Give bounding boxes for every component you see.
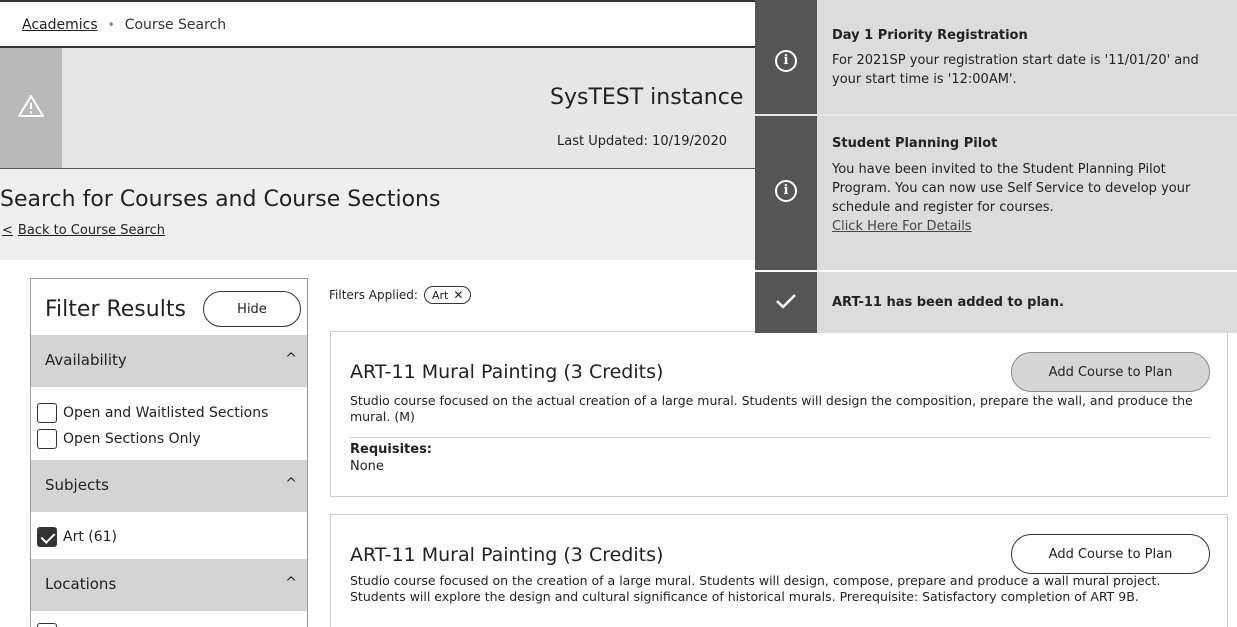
add-course-to-plan-button[interactable]: Add Course to Plan xyxy=(1011,352,1210,392)
notification-icon-column: i xyxy=(755,0,817,114)
chevron-up-icon: ^ xyxy=(285,476,297,492)
notification-body: Student Planning Pilot You have been inv… xyxy=(817,116,1237,270)
notification-stack: i Day 1 Priority Registration For 2021SP… xyxy=(755,0,1237,333)
notification-icon-column xyxy=(755,272,817,333)
notification-title: ART-11 has been added to plan. xyxy=(832,295,1064,310)
breadcrumb-separator: • xyxy=(107,18,115,32)
close-icon[interactable]: ✕ xyxy=(453,288,463,302)
filter-option-open-only[interactable]: Open Sections Only xyxy=(37,429,201,449)
chevron-left-icon: < xyxy=(2,223,13,238)
notification-added-to-plan: ART-11 has been added to plan. xyxy=(755,272,1237,333)
add-course-to-plan-button[interactable]: Add Course to Plan xyxy=(1011,534,1210,574)
filter-option-label: Open Sections Only xyxy=(63,431,201,447)
notification-student-planning: i Student Planning Pilot You have been i… xyxy=(755,116,1237,270)
click-here-for-details-link[interactable]: Click Here For Details xyxy=(832,219,972,234)
filter-section-label: Locations xyxy=(45,575,117,593)
checkbox[interactable] xyxy=(37,429,57,449)
chevron-up-icon: ^ xyxy=(285,575,297,591)
filter-section-locations[interactable]: Locations ^ xyxy=(31,559,307,611)
notification-title: Day 1 Priority Registration xyxy=(832,28,1028,43)
back-to-course-search-link[interactable]: < Back to Course Search xyxy=(2,223,165,238)
checkmark-icon xyxy=(776,294,796,309)
checkbox-checked[interactable] xyxy=(37,527,57,547)
filter-option-open-waitlisted[interactable]: Open and Waitlisted Sections xyxy=(37,403,268,423)
filter-panel: Filter Results Hide Availability ^ Open … xyxy=(30,278,308,627)
banner-icon-column xyxy=(0,48,62,168)
course-title: ART-11 Mural Painting (3 Credits) xyxy=(350,544,664,566)
filter-title: Filter Results xyxy=(45,297,186,322)
filter-section-subjects[interactable]: Subjects ^ xyxy=(31,460,307,512)
info-icon: i xyxy=(775,50,797,72)
filter-option-art[interactable]: Art (61) xyxy=(37,527,117,547)
filter-section-availability[interactable]: Availability ^ xyxy=(31,335,307,387)
checkbox[interactable] xyxy=(37,403,57,423)
requisites-value: None xyxy=(350,459,384,474)
notification-text: You have been invited to the Student Pla… xyxy=(832,160,1227,236)
hide-filters-button[interactable]: Hide xyxy=(203,291,301,327)
filter-pill-art[interactable]: Art ✕ xyxy=(423,286,472,304)
filter-section-label: Subjects xyxy=(45,476,109,494)
divider xyxy=(350,437,1210,438)
course-card: ART-11 Mural Painting (3 Credits) Add Co… xyxy=(330,514,1228,627)
notification-text: For 2021SP your registration start date … xyxy=(832,53,1199,87)
course-description: Studio course focused on the creation of… xyxy=(350,573,1161,604)
filters-applied-label: Filters Applied: xyxy=(329,288,418,302)
notification-priority-registration: i Day 1 Priority Registration For 2021SP… xyxy=(755,0,1237,114)
course-description: Studio course focused on the actual crea… xyxy=(350,393,1193,424)
banner-title: SysTEST instance xyxy=(550,85,744,110)
chevron-up-icon: ^ xyxy=(285,351,297,367)
checkbox[interactable] xyxy=(37,623,57,627)
info-icon: i xyxy=(775,180,797,202)
back-link-label: Back to Course Search xyxy=(17,223,165,238)
filter-option-label: Open and Waitlisted Sections xyxy=(63,405,269,421)
breadcrumb-trail: Academics • Course Search xyxy=(22,17,226,33)
notification-title: Student Planning Pilot xyxy=(832,136,998,151)
page-title: Search for Courses and Course Sections xyxy=(0,187,441,212)
filters-applied: Filters Applied: Art ✕ xyxy=(329,286,472,304)
breadcrumb-current: Course Search xyxy=(124,17,227,33)
breadcrumb-link-academics[interactable]: Academics xyxy=(22,17,98,33)
notification-icon-column: i xyxy=(755,116,817,270)
filter-pill-label: Art xyxy=(431,288,449,302)
filter-option-location[interactable] xyxy=(37,623,63,627)
filter-option-label: Art (61) xyxy=(63,529,118,545)
banner-last-updated: Last Updated: 10/19/2020 xyxy=(557,134,727,149)
warning-icon xyxy=(18,95,44,117)
course-title: ART-11 Mural Painting (3 Credits) xyxy=(350,361,664,383)
course-card: ART-11 Mural Painting (3 Credits) Add Co… xyxy=(330,331,1228,497)
requisites-label: Requisites: xyxy=(350,442,433,457)
notification-text-body: You have been invited to the Student Pla… xyxy=(832,162,1191,215)
notification-body: Day 1 Priority Registration For 2021SP y… xyxy=(817,0,1237,114)
filter-section-label: Availability xyxy=(45,351,127,369)
notification-body: ART-11 has been added to plan. xyxy=(817,272,1237,333)
